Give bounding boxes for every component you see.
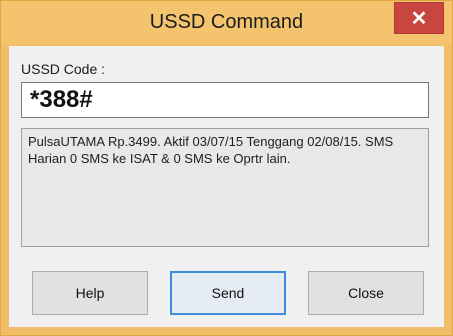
ussd-code-input[interactable]: [21, 82, 429, 118]
ussd-command-window: USSD Command ✕ USSD Code : PulsaUTAMA Rp…: [0, 0, 453, 336]
dialog-body: USSD Code : PulsaUTAMA Rp.3499. Aktif 03…: [9, 46, 444, 327]
help-button[interactable]: Help: [32, 271, 148, 315]
title-bar[interactable]: USSD Command ✕: [1, 1, 452, 45]
close-icon: ✕: [410, 7, 428, 30]
ussd-code-label: USSD Code :: [21, 61, 106, 77]
send-button[interactable]: Send: [170, 271, 286, 315]
close-button[interactable]: Close: [308, 271, 424, 315]
window-close-button[interactable]: ✕: [394, 2, 444, 34]
window-title: USSD Command: [149, 11, 304, 33]
ussd-response-text: PulsaUTAMA Rp.3499. Aktif 03/07/15 Tengg…: [21, 128, 429, 247]
